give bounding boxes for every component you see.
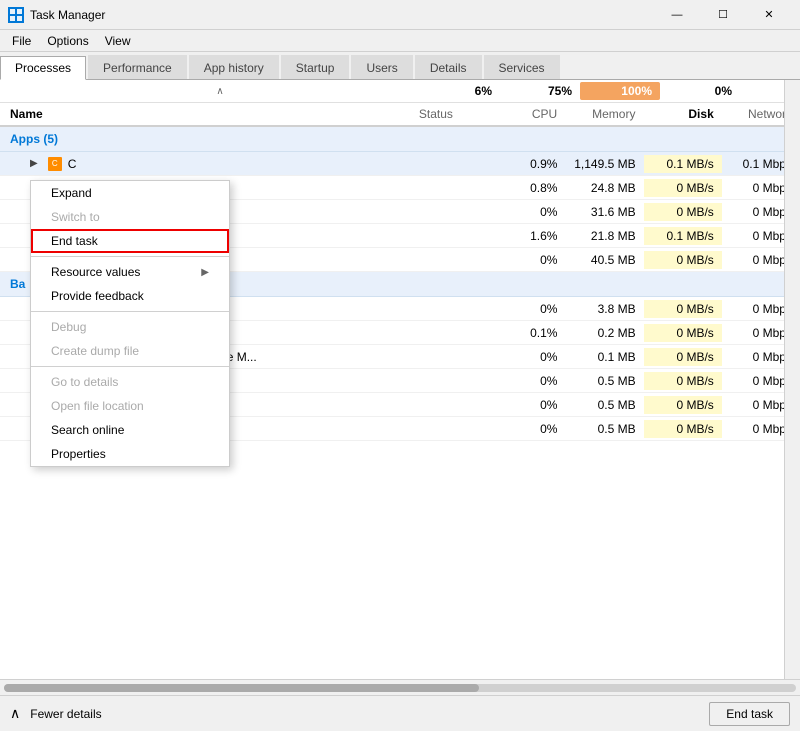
process-disk: 0.1 MB/s — [644, 227, 722, 245]
process-cpu: 0.9% — [497, 155, 565, 173]
process-memory: 0.1 MB — [565, 348, 643, 366]
process-memory: 0.5 MB — [565, 420, 643, 438]
ctx-open-file-location[interactable]: Open file location — [31, 394, 229, 418]
ctx-create-dump[interactable]: Create dump file — [31, 339, 229, 363]
maximize-button[interactable]: ☐ — [700, 0, 746, 30]
process-name-cell: ▶ C C — [0, 154, 419, 174]
process-memory: 0.2 MB — [565, 324, 643, 342]
process-memory: 1,149.5 MB — [565, 155, 643, 173]
process-cpu: 0.8% — [497, 179, 565, 197]
process-memory: 21.8 MB — [565, 227, 643, 245]
process-disk: 0 MB/s — [644, 203, 722, 221]
ctx-provide-feedback[interactable]: Provide feedback — [31, 284, 229, 308]
tab-users[interactable]: Users — [351, 55, 412, 79]
close-button[interactable]: ✕ — [746, 0, 792, 30]
process-disk: 0 MB/s — [644, 324, 722, 342]
table-row[interactable]: ▶ C C 0.9% 1,149.5 MB 0.1 MB/s 0.1 Mbps — [0, 152, 800, 176]
col-disk-header[interactable]: Disk — [643, 105, 721, 123]
disk-perf-header: 100% — [580, 82, 660, 100]
process-disk: 0.1 MB/s — [644, 155, 722, 173]
ctx-separator-3 — [31, 366, 229, 367]
apps-section-title: Apps (5) — [0, 130, 430, 148]
up-arrow-icon: ∧ — [216, 86, 223, 97]
process-memory: 0.5 MB — [565, 396, 643, 414]
col-memory-header[interactable]: Memory — [565, 105, 643, 123]
memory-perf-header: 75% — [500, 82, 580, 100]
tab-processes[interactable]: Processes — [0, 56, 86, 80]
process-cpu: 1.6% — [497, 227, 565, 245]
process-icon: C — [48, 157, 62, 171]
process-cpu: 0% — [497, 420, 565, 438]
network-perf-header: 0% — [660, 82, 740, 100]
tab-startup[interactable]: Startup — [281, 55, 350, 79]
col-name-header[interactable]: Name — [0, 105, 419, 123]
title-bar: Task Manager — ☐ ✕ — [0, 0, 800, 30]
cpu-perf-header: 6% — [430, 82, 500, 100]
menu-file[interactable]: File — [4, 32, 39, 50]
col-cpu-header[interactable]: CPU — [497, 105, 566, 123]
tab-app-history[interactable]: App history — [189, 55, 279, 79]
fewer-details-label: Fewer details — [30, 707, 101, 721]
submenu-arrow-icon: ▶ — [201, 267, 209, 278]
col-status-header[interactable]: Status — [419, 107, 497, 121]
process-memory: 31.6 MB — [565, 203, 643, 221]
window-controls: — ☐ ✕ — [654, 0, 792, 30]
process-cpu: 0% — [497, 348, 565, 366]
status-bar: ∧ Fewer details End task — [0, 695, 800, 731]
process-disk: 0 MB/s — [644, 179, 722, 197]
process-memory: 24.8 MB — [565, 179, 643, 197]
menu-options[interactable]: Options — [39, 32, 96, 50]
ctx-expand[interactable]: Expand — [31, 181, 229, 205]
process-disk: 0 MB/s — [644, 372, 722, 390]
minimize-button[interactable]: — — [654, 0, 700, 30]
column-headers: Name Status CPU Memory Disk Network — [0, 103, 800, 127]
process-cpu: 0% — [497, 300, 565, 318]
fewer-details-button[interactable]: ∧ Fewer details — [10, 705, 102, 722]
process-disk: 0 MB/s — [644, 396, 722, 414]
ctx-separator-1 — [31, 256, 229, 257]
ctx-separator-2 — [31, 311, 229, 312]
apps-section-header: Apps (5) — [0, 127, 800, 152]
ctx-search-online[interactable]: Search online — [31, 418, 229, 442]
menu-bar: File Options View — [0, 30, 800, 52]
process-memory: 3.8 MB — [565, 300, 643, 318]
ctx-resource-values[interactable]: Resource values ▶ — [31, 260, 229, 284]
ctx-properties[interactable]: Properties — [31, 442, 229, 466]
ctx-go-to-details[interactable]: Go to details — [31, 370, 229, 394]
process-disk: 0 MB/s — [644, 420, 722, 438]
h-scroll-thumb[interactable] — [4, 684, 479, 692]
process-cpu: 0% — [497, 203, 565, 221]
process-cpu: 0% — [497, 372, 565, 390]
horizontal-scrollbar[interactable] — [0, 679, 800, 695]
process-cpu: 0% — [497, 251, 565, 269]
h-scroll-track[interactable] — [4, 684, 796, 692]
process-disk: 0 MB/s — [644, 251, 722, 269]
tab-services[interactable]: Services — [484, 55, 560, 79]
tab-bar: Processes Performance App history Startu… — [0, 52, 800, 80]
chevron-up-icon: ∧ — [10, 705, 20, 722]
process-cpu: 0% — [497, 396, 565, 414]
sort-arrow[interactable]: ∧ — [0, 86, 430, 97]
menu-view[interactable]: View — [97, 32, 139, 50]
process-memory: 0.5 MB — [565, 372, 643, 390]
main-content: ∧ 6% 75% 100% 0% Name Status CPU Memory … — [0, 80, 800, 679]
process-disk: 0 MB/s — [644, 300, 722, 318]
ctx-end-task[interactable]: End task — [31, 229, 229, 253]
end-task-button[interactable]: End task — [709, 702, 790, 726]
vertical-scrollbar[interactable] — [784, 80, 800, 679]
ctx-debug[interactable]: Debug — [31, 315, 229, 339]
expand-arrow-icon[interactable]: ▶ — [30, 158, 38, 169]
ctx-switch-to[interactable]: Switch to — [31, 205, 229, 229]
tab-details[interactable]: Details — [415, 55, 482, 79]
context-menu: Expand Switch to End task Resource value… — [30, 180, 230, 467]
process-disk: 0 MB/s — [644, 348, 722, 366]
app-icon — [8, 7, 24, 23]
process-memory: 40.5 MB — [565, 251, 643, 269]
perf-header: ∧ 6% 75% 100% 0% — [0, 80, 800, 103]
process-cpu: 0.1% — [497, 324, 565, 342]
tab-performance[interactable]: Performance — [88, 55, 187, 79]
window-title: Task Manager — [30, 8, 654, 22]
